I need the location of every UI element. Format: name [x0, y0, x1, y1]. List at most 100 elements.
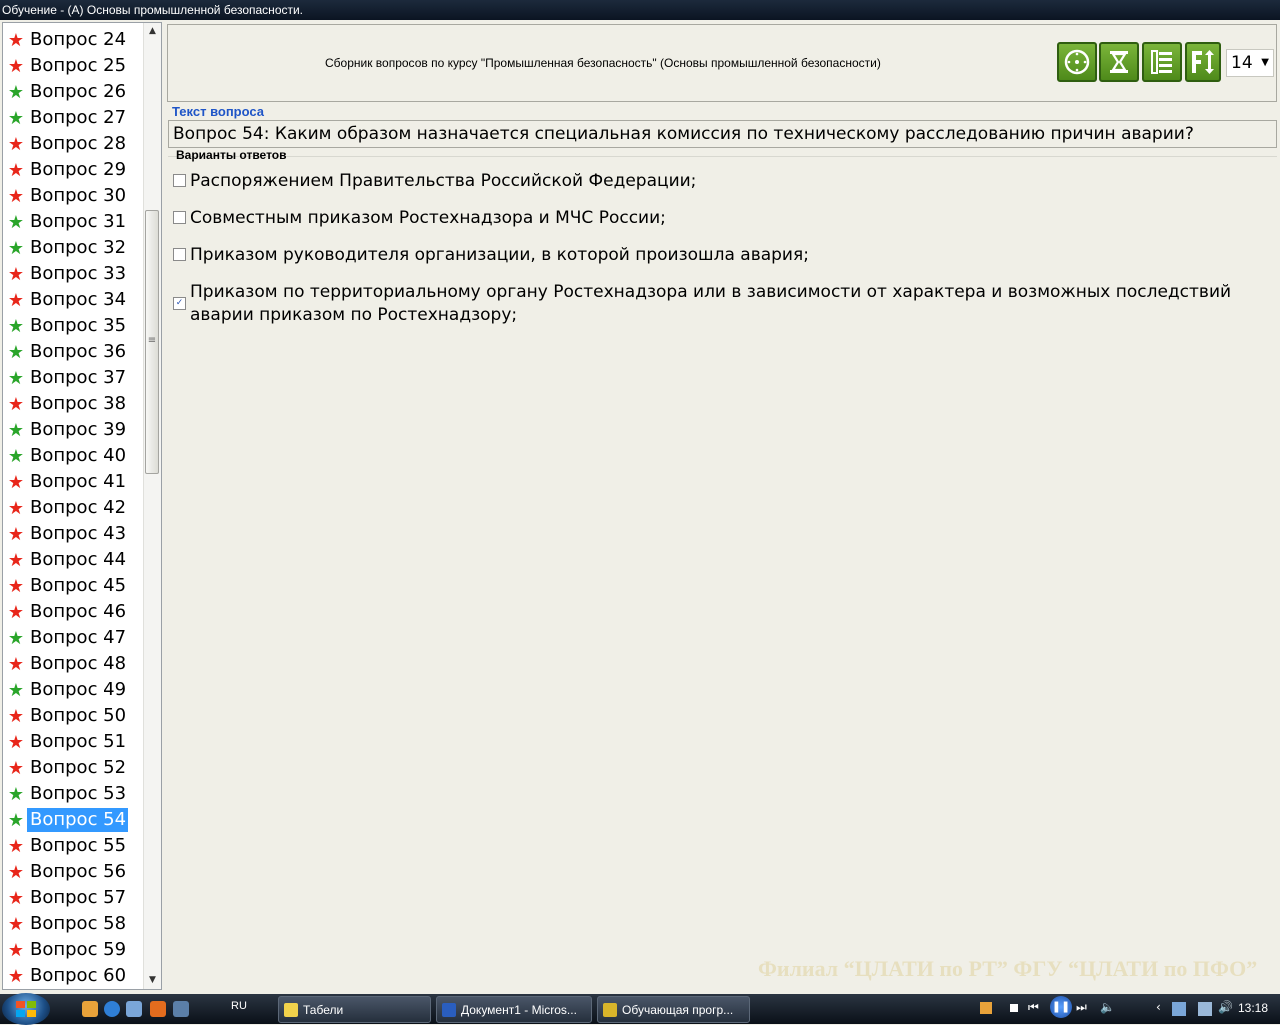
- sidebar-question-item[interactable]: ★ Вопрос 33: [3, 261, 145, 287]
- answer-checkbox[interactable]: [173, 211, 186, 224]
- sidebar-question-item[interactable]: ★ Вопрос 27: [3, 105, 145, 131]
- sidebar-question-label: Вопрос 58: [30, 913, 127, 934]
- windows-logo-icon: [16, 1001, 36, 1017]
- sidebar-question-item[interactable]: ★ Вопрос 46: [3, 599, 145, 625]
- language-indicator[interactable]: RU: [231, 1000, 247, 1012]
- sidebar-question-item[interactable]: ★ Вопрос 58: [3, 911, 145, 937]
- sidebar-question-item[interactable]: ★ Вопрос 54: [3, 807, 145, 833]
- sidebar-question-item[interactable]: ★ Вопрос 53: [3, 781, 145, 807]
- sidebar-question-item[interactable]: ★ Вопрос 42: [3, 495, 145, 521]
- sidebar-question-item[interactable]: ★ Вопрос 55: [3, 833, 145, 859]
- sidebar-question-item[interactable]: ★ Вопрос 48: [3, 651, 145, 677]
- star-icon: ★: [7, 653, 25, 675]
- answer-checkbox[interactable]: [173, 174, 186, 187]
- sidebar-question-label: Вопрос 48: [30, 653, 127, 674]
- question-list-scrollbar[interactable]: ▲ ≡ ▼: [143, 23, 161, 989]
- quicklaunch-clock-icon[interactable]: [82, 1001, 98, 1017]
- sidebar-question-item[interactable]: ★ Вопрос 35: [3, 313, 145, 339]
- question-list-button[interactable]: [1142, 42, 1182, 82]
- sidebar-question-item[interactable]: ★ Вопрос 40: [3, 443, 145, 469]
- star-icon: ★: [7, 185, 25, 207]
- start-button[interactable]: [2, 993, 50, 1025]
- star-icon: ★: [7, 55, 25, 77]
- hourglass-button[interactable]: [1099, 42, 1139, 82]
- organization-watermark: Филиал “ЦЛАТИ по РТ” ФГУ “ЦЛАТИ по ПФО”: [758, 956, 1258, 981]
- sidebar-question-item[interactable]: ★ Вопрос 44: [3, 547, 145, 573]
- answer-option-3[interactable]: Приказом руководителя организации, в кот…: [171, 239, 1254, 272]
- scroll-grip-icon: ≡: [147, 335, 157, 346]
- switch-windows-icon[interactable]: [173, 1001, 189, 1017]
- sidebar-question-item[interactable]: ★ Вопрос 25: [3, 53, 145, 79]
- taskbar-item-word[interactable]: Документ1 - Micros...: [436, 996, 592, 1023]
- font-size-icon: [1192, 50, 1214, 74]
- sidebar-question-item[interactable]: ★ Вопрос 39: [3, 417, 145, 443]
- sidebar-question-label: Вопрос 51: [30, 731, 127, 752]
- sidebar-question-item[interactable]: ★ Вопрос 37: [3, 365, 145, 391]
- taskbar: RU Табели Документ1 - Micros... Обучающа…: [0, 993, 1280, 1025]
- star-icon: ★: [7, 289, 25, 311]
- sidebar-question-item[interactable]: ★ Вопрос 32: [3, 235, 145, 261]
- sidebar-question-label: Вопрос 33: [30, 263, 127, 284]
- show-desktop-icon[interactable]: [126, 1001, 142, 1017]
- sidebar-question-item[interactable]: ★ Вопрос 24: [3, 27, 145, 53]
- sidebar-question-item[interactable]: ★ Вопрос 50: [3, 703, 145, 729]
- sidebar-question-item[interactable]: ★ Вопрос 26: [3, 79, 145, 105]
- sidebar-question-item[interactable]: ★ Вопрос 56: [3, 859, 145, 885]
- sidebar-question-item[interactable]: ★ Вопрос 36: [3, 339, 145, 365]
- answer-option-2[interactable]: Совместным приказом Ростехнадзора и МЧС …: [171, 202, 1254, 235]
- sidebar-question-item[interactable]: ★ Вопрос 43: [3, 521, 145, 547]
- pause-icon[interactable]: ❚❚: [1050, 996, 1072, 1018]
- star-icon: ★: [7, 29, 25, 51]
- system-clock[interactable]: 13:18: [1238, 1001, 1268, 1015]
- answer-option-4[interactable]: ✓ Приказом по территориальному органу Ро…: [171, 276, 1254, 331]
- network-icon[interactable]: [1198, 1002, 1212, 1016]
- sidebar-question-item[interactable]: ★ Вопрос 45: [3, 573, 145, 599]
- folder-icon: [284, 1003, 298, 1017]
- sidebar-question-item[interactable]: ★ Вопрос 57: [3, 885, 145, 911]
- tray-app-icon[interactable]: [1172, 1002, 1186, 1016]
- sidebar-question-item[interactable]: ★ Вопрос 49: [3, 677, 145, 703]
- sidebar-question-item[interactable]: ★ Вопрос 51: [3, 729, 145, 755]
- sidebar-question-item[interactable]: ★ Вопрос 47: [3, 625, 145, 651]
- sidebar-question-item[interactable]: ★ Вопрос 41: [3, 469, 145, 495]
- taskbar-item-tabeli[interactable]: Табели: [278, 996, 431, 1023]
- internet-explorer-icon[interactable]: [104, 1001, 120, 1017]
- star-icon: ★: [7, 861, 25, 883]
- previous-icon[interactable]: ⏮: [1028, 1000, 1039, 1015]
- scroll-down-arrow-icon[interactable]: ▼: [144, 972, 161, 989]
- tray-expand-icon[interactable]: ‹: [1156, 1000, 1170, 1014]
- sidebar-question-label: Вопрос 37: [30, 367, 127, 388]
- sidebar-question-item[interactable]: ★ Вопрос 29: [3, 157, 145, 183]
- sidebar-question-item[interactable]: ★ Вопрос 59: [3, 937, 145, 963]
- word-icon: [442, 1003, 456, 1017]
- sidebar-question-item[interactable]: ★ Вопрос 52: [3, 755, 145, 781]
- star-icon: ★: [7, 471, 25, 493]
- font-size-button[interactable]: [1185, 42, 1221, 82]
- answer-checkbox[interactable]: ✓: [173, 297, 186, 310]
- sidebar-question-item[interactable]: ★ Вопрос 34: [3, 287, 145, 313]
- course-header: Сборник вопросов по курсу "Промышленная …: [167, 24, 1277, 102]
- stop-icon[interactable]: [1010, 1004, 1018, 1012]
- sidebar-question-label: Вопрос 29: [30, 159, 127, 180]
- window-titlebar[interactable]: Обучение - (A) Основы промышленной безоп…: [0, 0, 1280, 20]
- font-size-select[interactable]: 14 ▼: [1226, 49, 1274, 77]
- star-icon: ★: [7, 211, 25, 233]
- scroll-thumb[interactable]: ≡: [145, 210, 159, 474]
- sidebar-question-label: Вопрос 25: [30, 55, 127, 76]
- answer-option-1[interactable]: Распоряжением Правительства Российской Ф…: [171, 165, 1254, 198]
- answer-checkbox[interactable]: [173, 248, 186, 261]
- sidebar-question-item[interactable]: ★ Вопрос 31: [3, 209, 145, 235]
- sidebar-question-item[interactable]: ★ Вопрос 30: [3, 183, 145, 209]
- timer-button[interactable]: [1057, 42, 1097, 82]
- volume-icon[interactable]: 🔈: [1100, 1000, 1115, 1014]
- scroll-up-arrow-icon[interactable]: ▲: [144, 23, 161, 40]
- sidebar-question-label: Вопрос 27: [30, 107, 127, 128]
- sidebar-question-item[interactable]: ★ Вопрос 28: [3, 131, 145, 157]
- next-icon[interactable]: ⏭: [1076, 1000, 1087, 1015]
- sidebar-question-item[interactable]: ★ Вопрос 38: [3, 391, 145, 417]
- media-player-icon[interactable]: [150, 1001, 166, 1017]
- media-app-icon[interactable]: [980, 1002, 992, 1014]
- speaker-icon[interactable]: 🔊: [1218, 1000, 1233, 1014]
- taskbar-item-training-program[interactable]: Обучающая прогр...: [597, 996, 750, 1023]
- sidebar-question-item[interactable]: ★ Вопрос 60: [3, 963, 145, 989]
